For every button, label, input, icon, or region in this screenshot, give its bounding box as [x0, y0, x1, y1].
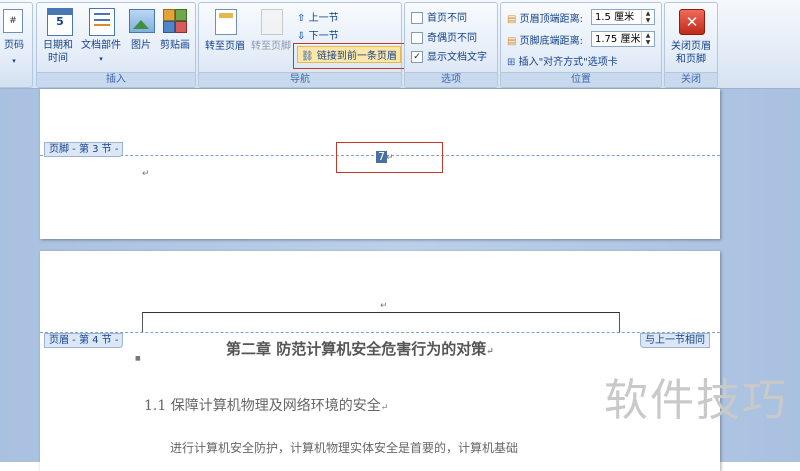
chevron-down-icon: ▾ — [12, 57, 16, 65]
group-title-position: 位置 — [501, 72, 661, 87]
close-icon: ✕ — [679, 9, 705, 35]
insert-alignment-tab-label: 插入"对齐方式"选项卡 — [518, 57, 618, 68]
footer-bottom-distance-value: 1.75 厘米 — [595, 34, 641, 45]
previous-section-button[interactable]: ⇧ 上一节 — [297, 9, 339, 24]
paragraph-mark: ↵ — [380, 301, 388, 311]
body-paragraph: 进行计算机安全防护，计算机物理实体安全是首要的，计算机基础 — [170, 441, 519, 455]
header-section-tag: 页眉 - 第 4 节 - — [44, 333, 124, 348]
group-title-options: 选项 — [405, 72, 497, 87]
show-document-text-label: 显示文档文字 — [427, 52, 487, 63]
insert-alignment-tab-button[interactable]: ⊞ 插入"对齐方式"选项卡 — [507, 53, 618, 68]
paragraph-mark: ↵ — [142, 169, 150, 179]
group-title-insert: 插入 — [37, 72, 195, 87]
chapter-title: 第二章 防范计算机安全危害行为的对策↵ — [226, 338, 494, 359]
spinner-arrows-icon[interactable]: ▲ ▼ — [641, 32, 654, 46]
document-parts-icon — [89, 8, 115, 36]
date-time-button[interactable]: 日期和 时间 — [37, 39, 79, 65]
group-options: 首页不同 奇偶页不同 ✓ 显示文档文字 选项 — [404, 2, 498, 88]
down-arrow-icon: ⇩ — [297, 31, 306, 42]
clipart-button[interactable]: 剪贴画 — [157, 39, 193, 52]
previous-section-label: 上一节 — [308, 13, 339, 24]
page-previous: 页脚 - 第 3 节 - ↵ 7 ↵ — [40, 89, 720, 239]
header-top-distance-value: 1.5 厘米 — [595, 12, 635, 23]
group-close: ✕ 关闭页眉 和页脚 关闭 — [664, 2, 718, 88]
different-odd-even-label: 奇偶页不同 — [427, 33, 477, 44]
close-header-footer-button[interactable]: 关闭页眉 和页脚 — [665, 40, 717, 66]
paragraph-mark: ↵ — [380, 403, 389, 413]
group-position: ▤ 页眉顶端距离: 1.5 厘米 ▲ ▼ ▤ 页脚底端距离: 1.75 厘米 ▲ ▼… — [500, 2, 662, 88]
goto-footer-button[interactable]: 转至页脚 — [247, 40, 295, 53]
bullet-marker: ■ — [135, 355, 141, 362]
group-header-footer: # 页码 ▾ — [0, 2, 33, 88]
section-heading: 1.1 保障计算机物理及网络环境的安全↵ — [144, 395, 388, 415]
page-number-button[interactable]: 页码 — [0, 39, 29, 52]
different-odd-even-checkbox[interactable]: 奇偶页不同 — [411, 29, 477, 44]
spinner-arrows-icon[interactable]: ▲ ▼ — [641, 10, 654, 24]
section-heading-text: 1.1 保障计算机物理及网络环境的安全 — [144, 398, 381, 414]
group-title-navigation: 导航 — [199, 72, 401, 87]
checkbox-box[interactable] — [411, 12, 423, 24]
picture-button[interactable]: 图片 — [125, 39, 157, 52]
footer-bottom-distance-input[interactable]: 1.75 厘米 ▲ ▼ — [591, 31, 655, 47]
calendar-icon: 5 — [47, 8, 73, 36]
footer-bottom-distance-label: ▤ 页脚底端距离: — [507, 32, 583, 47]
goto-header-icon — [215, 9, 237, 35]
header-top-distance-text: 页眉顶端距离: — [519, 14, 584, 25]
checkbox-box-checked[interactable]: ✓ — [411, 51, 423, 63]
header-boundary-line — [40, 332, 720, 333]
header-top-distance-input[interactable]: 1.5 厘米 ▲ ▼ — [591, 9, 655, 25]
watermark-text: 软件技巧 — [604, 375, 788, 426]
group-title-close: 关闭 — [665, 72, 717, 87]
paragraph-mark: ↵ — [386, 153, 394, 163]
page-number-icon: # — [3, 9, 23, 33]
header-rule — [142, 312, 620, 333]
page-current: ↵ 页眉 - 第 4 节 - 与上一节相同 ■ 第二章 防范计算机安全危害行为的… — [40, 251, 720, 471]
alignment-tab-icon: ⊞ — [507, 57, 516, 68]
footer-distance-icon: ▤ — [507, 36, 517, 47]
next-section-button[interactable]: ⇩ 下一节 — [297, 27, 339, 42]
up-arrow-icon: ⇧ — [297, 13, 306, 24]
group-navigation: 转至页眉 转至页脚 ⇧ 上一节 ⇩ 下一节 ⛓ 链接到前一条页眉 导航 — [198, 2, 435, 88]
same-as-previous-tag: 与上一节相同 — [640, 333, 710, 348]
header-top-distance-label: ▤ 页眉顶端距离: — [507, 10, 583, 25]
ribbon: # 页码 ▾ 5 日期和 时间 文档部件 ▾ 图片 剪贴画 插入 转至页眉 转至… — [0, 0, 800, 89]
different-first-page-label: 首页不同 — [427, 13, 467, 24]
goto-header-button[interactable]: 转至页眉 — [201, 40, 249, 53]
paragraph-mark: ↵ — [486, 347, 494, 357]
chapter-title-text: 第二章 防范计算机安全危害行为的对策 — [226, 340, 487, 358]
picture-icon — [129, 9, 155, 33]
chevron-down-icon: ▾ — [99, 55, 103, 63]
next-section-label: 下一节 — [308, 31, 339, 42]
goto-footer-icon — [261, 9, 283, 35]
clipart-icon — [163, 9, 187, 33]
show-document-text-checkbox[interactable]: ✓ 显示文档文字 — [411, 48, 487, 63]
header-distance-icon: ▤ — [507, 14, 517, 25]
group-insert: 5 日期和 时间 文档部件 ▾ 图片 剪贴画 插入 — [36, 2, 196, 88]
different-first-page-checkbox[interactable]: 首页不同 — [411, 9, 467, 24]
footer-section-tag: 页脚 - 第 3 节 - — [44, 142, 124, 157]
document-parts-button[interactable]: 文档部件 — [77, 39, 125, 52]
footer-bottom-distance-text: 页脚底端距离: — [519, 36, 584, 47]
checkbox-box[interactable] — [411, 32, 423, 44]
